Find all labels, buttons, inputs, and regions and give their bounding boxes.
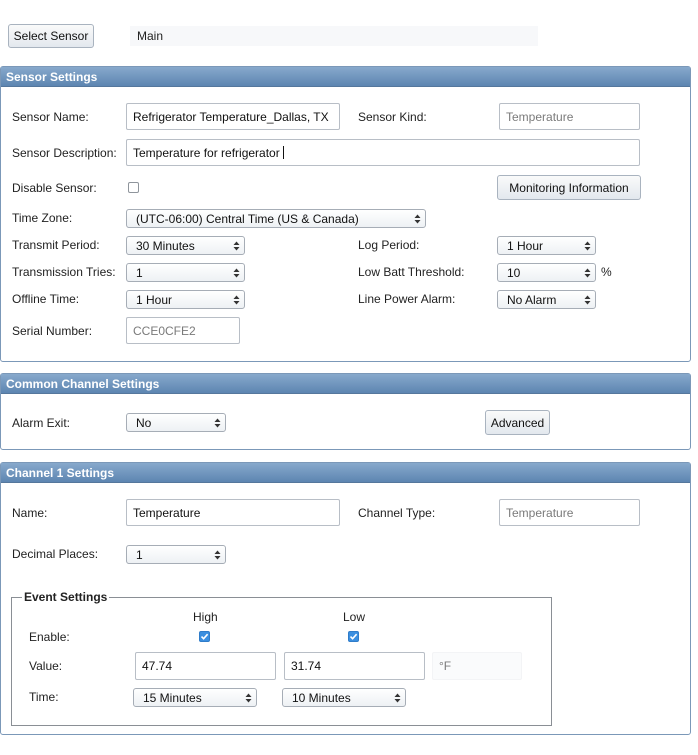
select-arrows-icon [233,268,240,277]
time-zone-select[interactable]: (UTC-06:00) Central Time (US & Canada) [126,209,426,228]
offline-time-label: Offline Time: [12,292,80,306]
transmit-period-select[interactable]: 30 Minutes [126,236,245,255]
low-batt-unit: % [601,265,612,279]
select-arrows-icon [233,295,240,304]
log-period-label: Log Period: [358,238,420,252]
time-zone-label: Time Zone: [12,211,73,225]
alarm-exit-label: Alarm Exit: [12,416,71,430]
value-label: Value: [29,659,63,673]
time-zone-value: (UTC-06:00) Central Time (US & Canada) [136,211,359,226]
serial-number-field: CCE0CFE2 [126,317,240,344]
check-icon [349,633,358,640]
select-arrows-icon [584,241,591,250]
select-arrows-icon [233,241,240,250]
common-channel-header: Common Channel Settings [1,374,690,394]
low-batt-threshold-select[interactable]: 10 [497,263,596,282]
decimal-places-label: Decimal Places: [12,547,99,561]
disable-sensor-checkbox[interactable] [128,182,139,193]
log-period-select[interactable]: 1 Hour [497,236,596,255]
enable-label: Enable: [29,630,70,644]
monitoring-information-button[interactable]: Monitoring Information [497,175,641,200]
alarm-exit-value: No [136,415,152,430]
event-settings-legend: Event Settings [24,590,108,604]
sensor-name-input[interactable]: Refrigerator Temperature_Dallas, TX [126,103,340,130]
decimal-places-value: 1 [136,547,143,562]
offline-time-value: 1 Hour [136,292,173,307]
channel-type-label: Channel Type: [358,506,436,520]
alarm-exit-select[interactable]: No [126,413,226,432]
high-column-label: High [193,610,218,624]
sensor-description-input[interactable]: Temperature for refrigerator [126,139,640,166]
sensor-description-label: Sensor Description: [12,146,117,160]
sensor-kind-field: Temperature [499,103,640,130]
high-enable-checkbox[interactable] [199,631,210,642]
line-power-alarm-value: No Alarm [507,292,557,307]
high-value-input[interactable]: 47.74 [135,652,276,680]
time-label: Time: [29,690,59,704]
decimal-places-select[interactable]: 1 [126,545,226,564]
log-period-value: 1 Hour [507,238,544,253]
text-caret [282,146,284,159]
select-sensor-button[interactable]: Select Sensor [8,24,94,48]
channel-name-input[interactable]: Temperature [126,499,340,526]
low-time-value: 10 Minutes [292,690,351,705]
channel-name-label: Name: [12,506,48,520]
transmit-period-value: 30 Minutes [136,238,195,253]
transmission-tries-value: 1 [136,265,143,280]
low-value-input[interactable]: 31.74 [284,652,425,680]
serial-number-label: Serial Number: [12,324,93,338]
transmission-tries-label: Transmission Tries: [12,265,116,279]
transmission-tries-select[interactable]: 1 [126,263,245,282]
breadcrumb: Main [130,26,538,46]
common-channel-panel: Common Channel Settings [0,373,691,450]
disable-sensor-label: Disable Sensor: [12,181,97,195]
high-time-select[interactable]: 15 Minutes [133,688,257,707]
select-arrows-icon [214,550,221,559]
select-arrows-icon [245,693,252,702]
sensor-settings-header: Sensor Settings [1,67,690,87]
select-arrows-icon [214,418,221,427]
offline-time-select[interactable]: 1 Hour [126,290,245,309]
low-time-select[interactable]: 10 Minutes [282,688,406,707]
high-time-value: 15 Minutes [143,690,202,705]
select-arrows-icon [414,214,421,223]
channel1-header: Channel 1 Settings [1,463,690,483]
low-enable-checkbox[interactable] [348,631,359,642]
low-batt-threshold-value: 10 [507,265,521,280]
low-batt-threshold-label: Low Batt Threshold: [358,265,465,279]
sensor-kind-label: Sensor Kind: [358,110,427,124]
sensor-name-label: Sensor Name: [12,110,89,124]
channel-type-field: Temperature [499,499,640,526]
check-icon [200,633,209,640]
select-arrows-icon [584,268,591,277]
select-arrows-icon [584,295,591,304]
sensor-description-value: Temperature for refrigerator [133,145,280,160]
line-power-alarm-label: Line Power Alarm: [358,292,456,306]
breadcrumb-main[interactable]: Main [137,29,163,43]
transmit-period-label: Transmit Period: [12,238,100,252]
line-power-alarm-select[interactable]: No Alarm [497,290,596,309]
temperature-unit-field: °F [432,652,522,680]
advanced-button[interactable]: Advanced [485,410,550,435]
select-arrows-icon [394,693,401,702]
low-column-label: Low [343,610,366,624]
